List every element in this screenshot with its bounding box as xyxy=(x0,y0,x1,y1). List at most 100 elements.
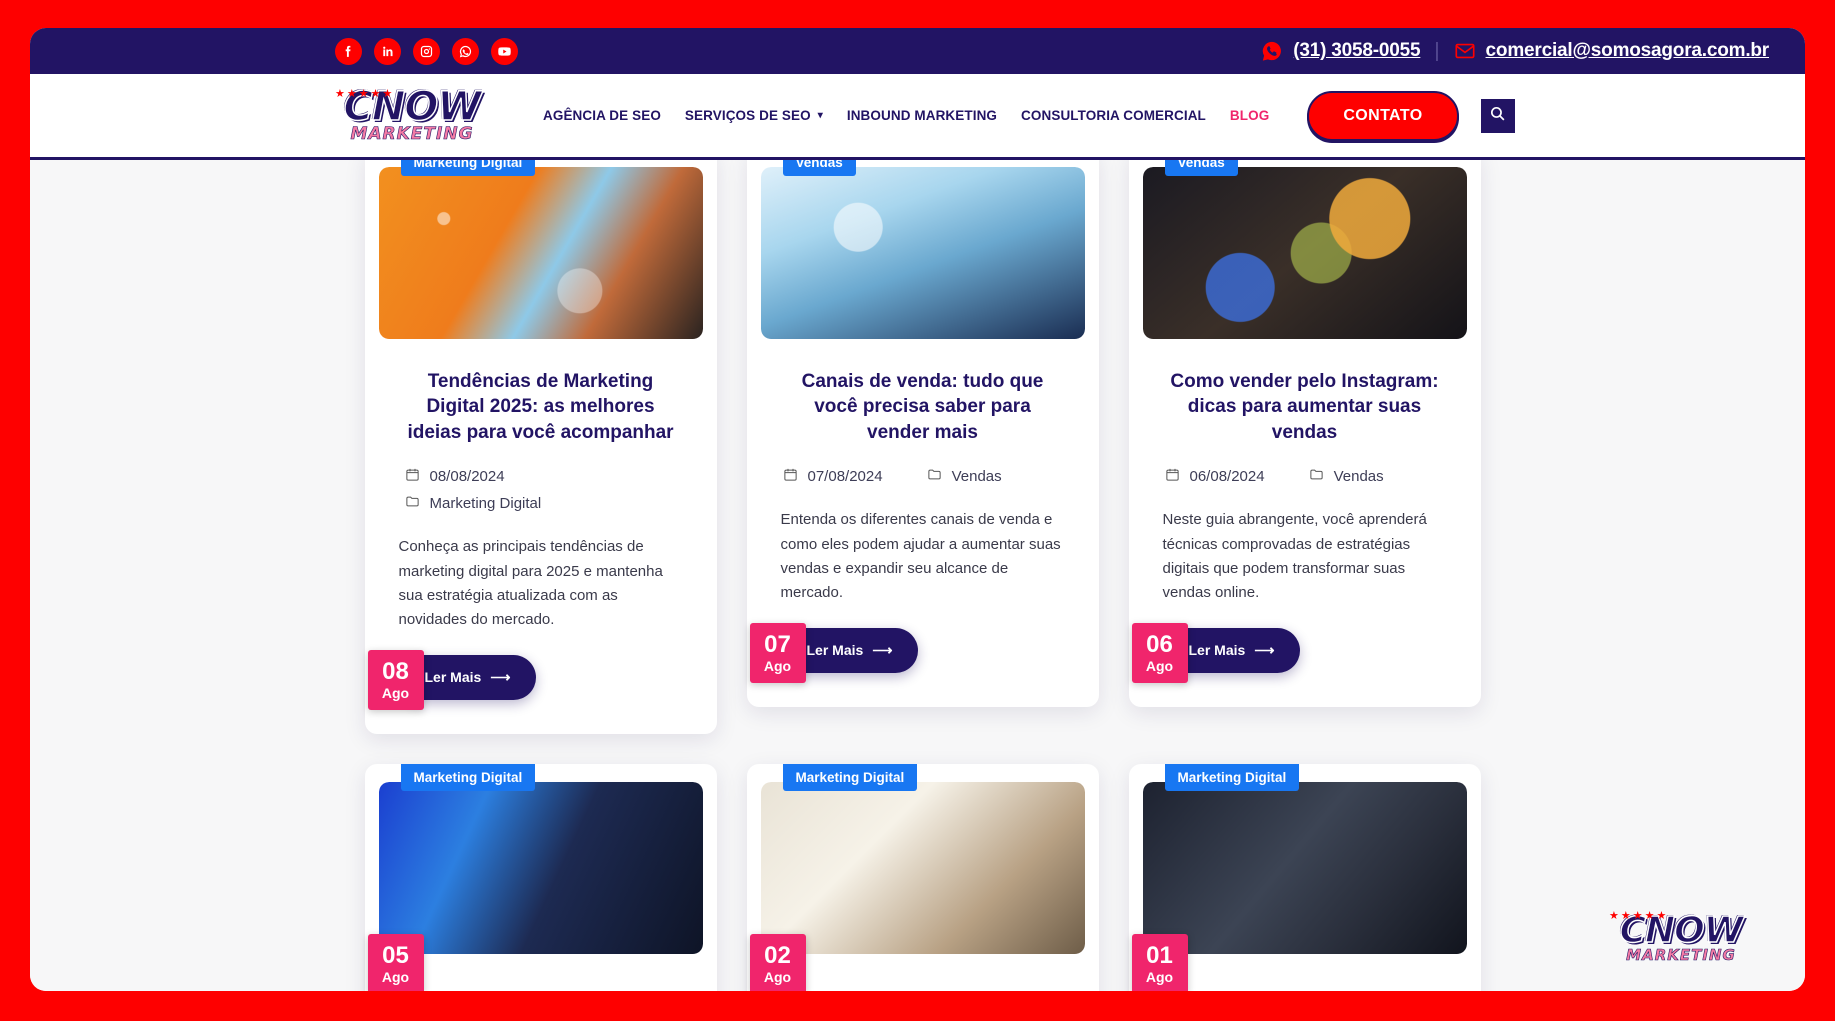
date-month: Ago xyxy=(763,968,792,985)
phone-link[interactable]: (31) 3058-0055 xyxy=(1261,40,1421,62)
thumbnail-image xyxy=(378,781,703,954)
social-links xyxy=(335,37,518,65)
date-day: 08 xyxy=(382,657,409,685)
calendar-icon xyxy=(1165,467,1180,486)
search-button[interactable] xyxy=(1480,98,1515,133)
read-more-label: Ler Mais xyxy=(806,642,864,659)
nav-item-blog[interactable]: BLOG xyxy=(1230,108,1269,123)
blog-listing: Marketing Digital 08 Ago Tendências de M… xyxy=(30,160,1805,991)
date-month: Ago xyxy=(763,657,792,674)
card-meta: 06/08/2024 Vendas xyxy=(1163,467,1447,486)
meta-category-text: Vendas xyxy=(1333,468,1384,486)
nav-label: BLOG xyxy=(1229,108,1270,123)
nav-item-servicos-de-seo[interactable]: SERVIÇOS DE SEO ▾ xyxy=(685,108,823,123)
date-day: 06 xyxy=(1146,630,1173,658)
meta-date[interactable]: 07/08/2024 xyxy=(783,467,883,486)
category-badge[interactable]: Vendas xyxy=(1164,160,1238,176)
meta-date[interactable]: 08/08/2024 xyxy=(405,467,683,486)
date-badge: 01 Ago xyxy=(1131,933,1188,991)
nav-item-inbound-marketing[interactable]: INBOUND MARKETING xyxy=(847,108,997,123)
meta-category[interactable]: Vendas xyxy=(927,467,1002,486)
top-contact-bar: (31) 3058-0055 | comercial@somosagora.co… xyxy=(30,28,1805,74)
card-title[interactable]: Como vender pelo Instagram: dicas para a… xyxy=(1163,369,1447,445)
card-title[interactable]: Tendências de Marketing Digital 2025: as… xyxy=(399,369,683,445)
facebook-icon[interactable] xyxy=(335,37,362,65)
card-thumbnail[interactable] xyxy=(378,781,703,954)
linkedin-icon[interactable] xyxy=(374,37,401,65)
email-link[interactable]: comercial@somosagora.com.br xyxy=(1454,40,1769,62)
phone-number: (31) 3058-0055 xyxy=(1293,40,1421,61)
contato-button[interactable]: CONTATO xyxy=(1307,90,1459,141)
envelope-icon xyxy=(1454,40,1476,62)
card-excerpt: Conheça as principais tendências de mark… xyxy=(398,538,663,629)
date-day: 07 xyxy=(764,630,791,658)
screenshot-frame: (31) 3058-0055 | comercial@somosagora.co… xyxy=(0,0,1835,1021)
thumbnail-image xyxy=(378,167,703,339)
blog-card[interactable]: Vendas 07 Ago Canais de venda: tudo que … xyxy=(746,160,1099,715)
whatsapp-phone-icon xyxy=(1261,40,1283,62)
category-badge[interactable]: Vendas xyxy=(782,160,856,176)
category-badge[interactable]: Marketing Digital xyxy=(782,763,918,791)
chevron-down-icon: ▾ xyxy=(817,110,823,121)
card-thumbnail[interactable] xyxy=(1142,781,1467,954)
nav-label: CONSULTORIA COMERCIAL xyxy=(1021,108,1206,123)
card-thumbnail[interactable] xyxy=(760,167,1085,339)
meta-date-text: 08/08/2024 xyxy=(429,468,505,486)
logo-wordmark: CNOW xyxy=(1619,909,1744,951)
thumbnail-image xyxy=(760,781,1085,954)
card-meta: 07/08/2024 Vendas xyxy=(781,467,1065,486)
meta-category[interactable]: Marketing Digital xyxy=(405,494,683,513)
arrow-right-icon: ⟶ xyxy=(490,668,511,685)
footer-logo-watermark: ★★★★★ CNOW MARKETING xyxy=(1593,907,1769,969)
contact-info: (31) 3058-0055 | comercial@somosagora.co… xyxy=(1261,40,1769,63)
site-header: ★★★★★ CNOW MARKETING AGÊNCIA DE SEO SERV… xyxy=(30,74,1805,160)
date-badge: 08 Ago xyxy=(367,649,424,710)
card-excerpt: Neste guia abrangente, você aprenderá té… xyxy=(1162,511,1427,602)
card-thumbnail[interactable] xyxy=(378,167,703,339)
read-more-label: Ler Mais xyxy=(424,669,482,686)
meta-date[interactable]: 06/08/2024 xyxy=(1165,467,1265,486)
nav-label: AGÊNCIA DE SEO xyxy=(543,108,661,123)
logo-stars: ★★★★★ xyxy=(335,87,395,100)
card-thumbnail[interactable] xyxy=(760,781,1085,954)
site-logo[interactable]: ★★★★★ CNOW MARKETING xyxy=(315,82,509,150)
thumbnail-image xyxy=(1142,781,1467,954)
blog-card[interactable]: Marketing Digital 05 Ago xyxy=(364,763,717,991)
date-month: Ago xyxy=(381,684,410,701)
blog-card[interactable]: Marketing Digital 02 Ago xyxy=(746,763,1099,991)
nav-label: SERVIÇOS DE SEO xyxy=(684,108,811,123)
date-badge: 06 Ago xyxy=(1131,622,1188,683)
thumbnail-image xyxy=(760,167,1085,339)
blog-card[interactable]: Vendas 06 Ago Como vender pelo Instagram… xyxy=(1128,160,1481,715)
category-badge[interactable]: Marketing Digital xyxy=(400,763,536,791)
blog-grid: Marketing Digital 08 Ago Tendências de M… xyxy=(364,160,1481,991)
folder-icon xyxy=(1309,467,1324,486)
email-address: comercial@somosagora.com.br xyxy=(1485,40,1770,61)
date-badge: 07 Ago xyxy=(749,622,806,683)
date-month: Ago xyxy=(381,968,410,985)
main-navigation: AGÊNCIA DE SEO SERVIÇOS DE SEO ▾ INBOUND… xyxy=(543,108,1269,123)
thumbnail-image xyxy=(1142,167,1467,339)
blog-card[interactable]: Marketing Digital 08 Ago Tendências de M… xyxy=(364,160,717,742)
category-badge[interactable]: Marketing Digital xyxy=(400,160,536,176)
whatsapp-icon[interactable] xyxy=(452,37,479,65)
blog-card[interactable]: Marketing Digital 01 Ago xyxy=(1128,763,1481,991)
youtube-icon[interactable] xyxy=(491,37,518,65)
date-month: Ago xyxy=(1145,968,1174,985)
instagram-icon[interactable] xyxy=(413,37,440,65)
folder-icon xyxy=(927,467,942,486)
card-meta: 08/08/2024 Marketing Digital xyxy=(399,467,683,513)
meta-date-text: 06/08/2024 xyxy=(1189,468,1265,486)
logo-tagline: MARKETING xyxy=(350,124,474,145)
category-badge[interactable]: Marketing Digital xyxy=(1164,763,1300,791)
nav-label: INBOUND MARKETING xyxy=(846,108,998,123)
logo-tagline: MARKETING xyxy=(1626,945,1736,964)
card-thumbnail[interactable] xyxy=(1142,167,1467,339)
contact-divider: | xyxy=(1434,39,1440,62)
nav-item-consultoria-comercial[interactable]: CONSULTORIA COMERCIAL xyxy=(1021,108,1206,123)
date-day: 05 xyxy=(382,941,409,969)
date-month: Ago xyxy=(1145,657,1174,674)
meta-category[interactable]: Vendas xyxy=(1309,467,1384,486)
card-title[interactable]: Canais de venda: tudo que você precisa s… xyxy=(781,369,1065,445)
nav-item-agencia-de-seo[interactable]: AGÊNCIA DE SEO xyxy=(543,108,661,123)
